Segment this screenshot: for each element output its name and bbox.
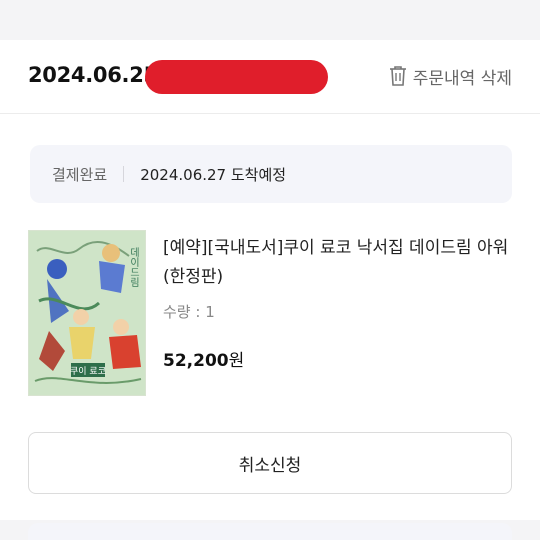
payment-status: 결제완료 [52, 165, 108, 184]
book-cover-art: 쿠이 료코 데이드림 [29, 231, 145, 395]
delivery-eta: 2024.06.27 도착예정 [140, 165, 287, 184]
cover-title-text: 쿠이 료코 [70, 366, 106, 377]
order-header: 2024.06.25( 주문내역 삭제 [0, 40, 540, 114]
status-bar: 결제완료 2024.06.27 도착예정 [30, 145, 512, 203]
delete-order-button[interactable]: 주문내역 삭제 [389, 63, 512, 89]
book-cover-thumbnail[interactable]: 쿠이 료코 데이드림 [28, 230, 146, 396]
price-currency: 원 [228, 351, 245, 371]
status-divider [123, 166, 125, 182]
product-price: 52,200원 [163, 346, 244, 371]
trash-icon [389, 66, 406, 86]
cover-vertical-text: 데이드림 [128, 247, 140, 287]
product-title[interactable]: [예약][국내도서]쿠이 료코 낙서집 데이드림 아워(한정판) [163, 234, 513, 292]
price-amount: 52,200 [163, 351, 229, 371]
cancel-request-label: 취소신청 [238, 455, 302, 476]
top-gap [0, 0, 540, 40]
order-card: 2024.06.25( 주문내역 삭제 결제완료 2024.06.27 도착예정 [0, 40, 540, 520]
next-section-peek [28, 523, 512, 540]
product-item[interactable]: 쿠이 료코 데이드림 [예약][국내도서]쿠이 료코 낙서집 데이드림 아워(한… [28, 230, 512, 396]
redaction-mark [145, 60, 328, 94]
product-quantity: 수량 : 1 [163, 303, 215, 321]
delete-order-label: 주문내역 삭제 [412, 68, 512, 89]
cancel-request-button[interactable]: 취소신청 [28, 432, 512, 494]
